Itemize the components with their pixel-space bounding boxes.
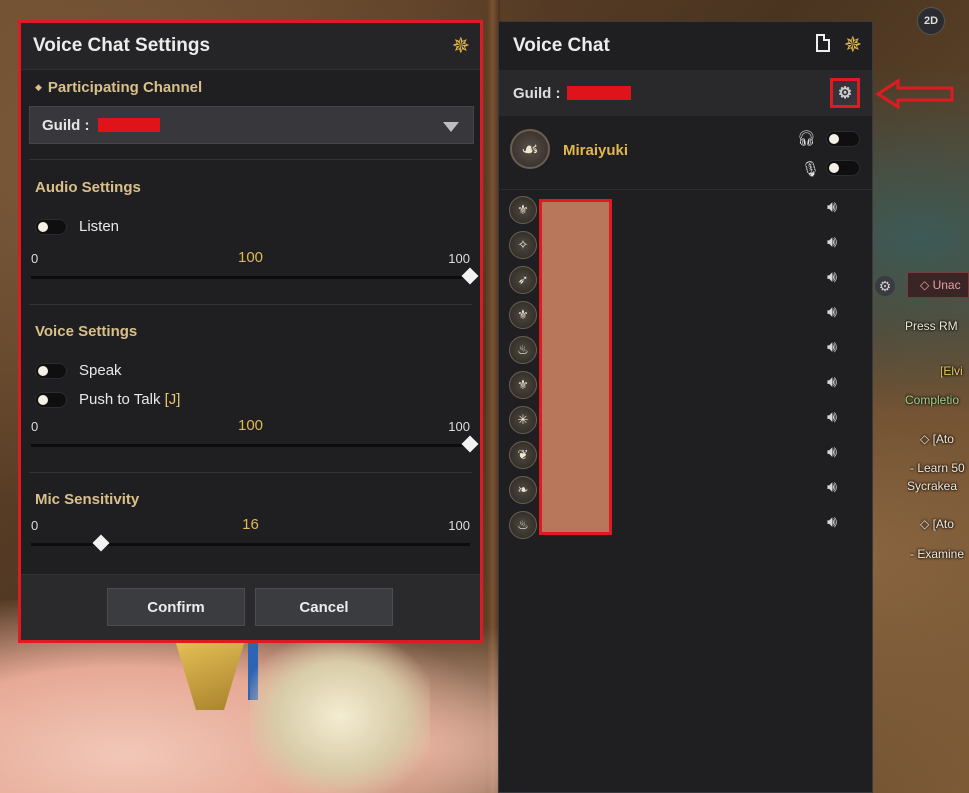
annotation-arrow-icon — [876, 79, 954, 109]
guild-bar: Guild : ⚙ — [499, 70, 872, 116]
push-to-talk-key: [J] — [164, 391, 181, 408]
quest-line[interactable]: ◇ [Ato — [920, 432, 969, 446]
slider-thumb[interactable] — [92, 534, 110, 552]
channel-dropdown[interactable]: Guild : — [29, 106, 474, 144]
slider-value: 100 — [237, 249, 264, 266]
guild-label: Guild : — [513, 84, 561, 102]
push-to-talk-label: Push to Talk — [79, 391, 161, 408]
pin-star-icon[interactable]: ✵ — [452, 35, 470, 57]
speaker-icon[interactable]: 🔊︎ — [827, 409, 837, 427]
slider-value: 100 — [237, 417, 264, 434]
compass-icon: ✧ — [509, 231, 537, 259]
slider-max: 100 — [448, 518, 470, 533]
push-to-talk-row[interactable]: Push to Talk [J] — [35, 391, 180, 408]
microphone-toggle[interactable] — [826, 160, 860, 176]
speak-row[interactable]: Speak — [35, 362, 122, 379]
quest-line[interactable]: [Elvi — [940, 364, 969, 378]
voice-settings-heading: Voice Settings — [35, 323, 138, 340]
flame-icon: ♨ — [509, 336, 537, 364]
slider-max: 100 — [448, 251, 470, 266]
speaker-icon[interactable]: 🔊︎ — [827, 339, 837, 357]
voice-volume-slider[interactable] — [31, 435, 479, 453]
diamond-bullet-icon: ◆ — [35, 82, 42, 92]
view-mode-button[interactable]: 2D — [917, 7, 945, 35]
fan-icon: ❦ — [509, 441, 537, 469]
background-character-hair — [250, 640, 430, 793]
listen-toggle[interactable] — [35, 218, 67, 235]
speaker-icon[interactable]: 🔊︎ — [827, 234, 837, 252]
settings-title: Voice Chat Settings — [33, 35, 211, 56]
mic-sensitivity-heading: Mic Sensitivity — [35, 491, 140, 508]
divider — [29, 304, 472, 305]
voice-titlebar[interactable]: Voice Chat ✵ — [499, 22, 872, 69]
headphones-icon: 🎧︎ — [797, 130, 817, 147]
voice-chat-panel: Voice Chat ✵ Guild : ⚙ ☙ Miraiyuki 🎧︎ 🎙︎… — [498, 21, 873, 793]
quest-line: - Examine — [910, 547, 965, 561]
mic-sensitivity-slider[interactable] — [31, 534, 470, 552]
settings-titlebar[interactable]: Voice Chat Settings ✵ — [21, 23, 480, 70]
quest-tag[interactable]: ◇ Unac — [907, 272, 969, 298]
crest-icon: ⚜ — [509, 301, 537, 329]
voice-chat-title: Voice Chat — [513, 34, 610, 56]
crest-icon: ⚜ — [509, 371, 537, 399]
speak-label: Speak — [79, 362, 122, 379]
settings-footer: Confirm Cancel — [21, 574, 480, 640]
slider-thumb[interactable] — [461, 435, 479, 453]
quest-line: Sycrakea — [907, 479, 958, 493]
headphone-toggle[interactable] — [826, 131, 860, 147]
channel-heading: ◆ Participating Channel — [35, 79, 203, 96]
settings-gear-icon[interactable]: ⚙ — [830, 78, 860, 108]
speaker-icon[interactable]: 🔊︎ — [827, 479, 837, 497]
crest-icon: ⚜ — [509, 196, 537, 224]
self-user-row: ☙ Miraiyuki 🎧︎ 🎙︎ — [499, 117, 872, 190]
voice-chat-settings-panel: Voice Chat Settings ✵ ◆ Participating Cha… — [18, 20, 483, 643]
channel-dropdown-label: Guild : — [42, 116, 90, 134]
quest-line: Completio — [905, 393, 960, 407]
listen-label: Listen — [79, 218, 120, 235]
microphone-icon: 🎙︎ — [801, 161, 821, 178]
quest-line: - Learn 50 — [910, 461, 965, 475]
confirm-button[interactable]: Confirm — [107, 588, 245, 626]
speaker-icon[interactable]: 🔊︎ — [827, 199, 837, 217]
listen-row[interactable]: Listen — [35, 218, 119, 235]
audio-volume-slider[interactable] — [31, 267, 479, 285]
self-user-name: Miraiyuki — [563, 142, 629, 159]
audio-settings-heading: Audio Settings — [35, 179, 141, 196]
quest-line[interactable]: ◇ [Ato — [920, 517, 969, 531]
document-icon[interactable] — [815, 34, 830, 52]
divider — [29, 472, 472, 473]
slider-value: 16 — [242, 516, 259, 533]
chevron-down-icon — [443, 122, 459, 132]
quest-line: Press RM — [905, 319, 958, 333]
divider — [29, 159, 472, 160]
wing-icon: ❧ — [509, 476, 537, 504]
speaker-icon[interactable]: 🔊︎ — [827, 374, 837, 392]
speaker-icon[interactable]: 🔊︎ — [827, 444, 837, 462]
flame-icon: ♨ — [509, 511, 537, 539]
speaker-icon[interactable]: 🔊︎ — [827, 514, 837, 532]
bow-icon: ➶ — [509, 266, 537, 294]
redacted-member-names — [539, 199, 612, 535]
speak-toggle[interactable] — [35, 362, 67, 379]
slider-thumb[interactable] — [461, 267, 479, 285]
slider-max: 100 — [448, 419, 470, 434]
push-to-talk-toggle[interactable] — [35, 391, 67, 408]
cancel-button[interactable]: Cancel — [255, 588, 393, 626]
star-icon: ✳ — [509, 406, 537, 434]
avatar: ☙ — [510, 129, 550, 169]
side-gear-icon[interactable]: ⚙ — [875, 276, 895, 296]
redacted-guild-name — [97, 118, 160, 132]
speaker-icon[interactable]: 🔊︎ — [827, 269, 837, 287]
speaker-icon[interactable]: 🔊︎ — [827, 304, 837, 322]
redacted-guild-name — [566, 86, 631, 100]
pin-star-icon[interactable]: ✵ — [844, 32, 862, 57]
